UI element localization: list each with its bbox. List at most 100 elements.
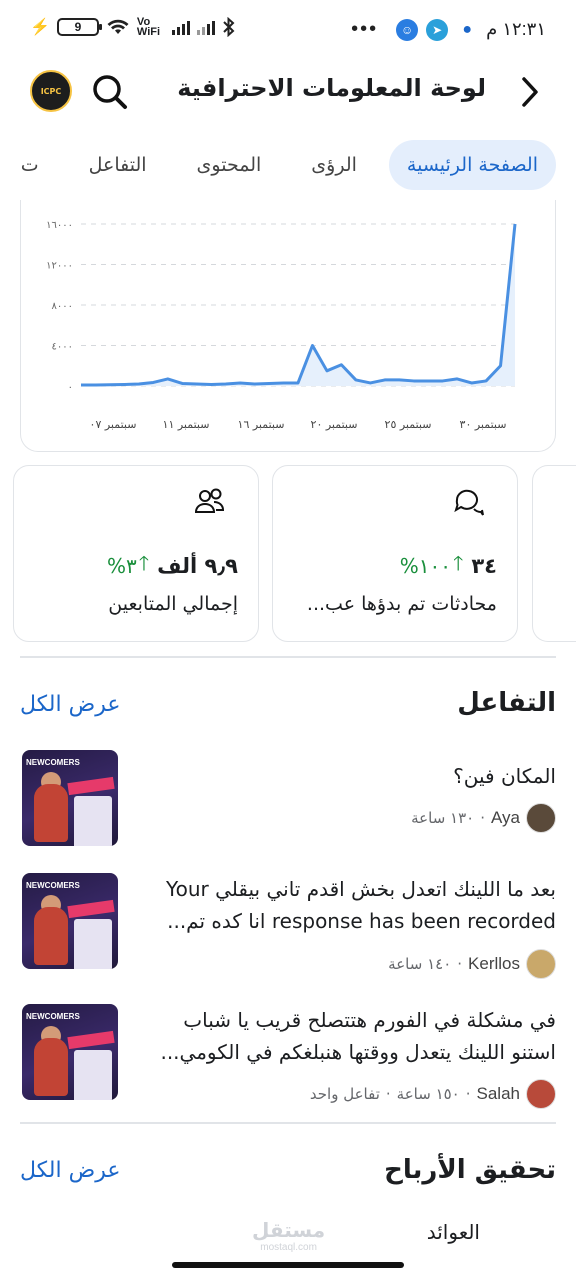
page-title: لوحة المعلومات الاحترافية — [177, 74, 486, 102]
x-tick-label: سبتمبر ٣٠ — [460, 418, 507, 431]
interaction-item[interactable]: في مشكلة في الفورم هتتصلح قريب يا شباب ا… — [20, 1004, 556, 1109]
interaction-title: التفاعل — [457, 688, 556, 718]
y-tick-label: ٨٠٠٠ — [52, 301, 73, 312]
charging-icon: ⚡ — [30, 19, 50, 36]
interaction-item[interactable]: المكان فين؟ Aya · ١٣٠ ساعة NEWCOMERS — [20, 750, 556, 848]
watermark-text: مستقل — [252, 1218, 326, 1242]
stat-value: ٩٫٩ ألف 🡑 ٣% — [107, 549, 238, 583]
stat-change-value: ٣% — [106, 554, 137, 578]
comment-time: ١٤٠ ساعة — [388, 955, 452, 973]
more-notifications-icon: ••• — [351, 18, 379, 40]
stat-card-followers[interactable]: ٩٫٩ ألف 🡑 ٣% إجمالي المتابعين — [13, 465, 259, 642]
thumbnail-person — [34, 784, 68, 842]
thumbnail-text: NEWCOMERS — [26, 1012, 80, 1021]
y-tick-label: ٤٠٠٠ — [52, 342, 73, 353]
thumbnail-stripe — [67, 1030, 115, 1050]
overview-chart: ١٦٠٠٠ ١٢٠٠٠ ٨٠٠٠ ٤٠٠٠ ٠ سبتمبر ٠٧ سبتمبر ١١ سبت… — [46, 220, 517, 431]
reaction-count: تفاعل واحد — [309, 1085, 380, 1103]
commenter-name: Aya — [491, 808, 520, 827]
signal-icon — [171, 19, 190, 35]
search-button[interactable] — [88, 70, 132, 114]
chat-icon — [454, 489, 484, 516]
clock: ١٢:٣١ م — [486, 19, 546, 39]
gesture-bar[interactable] — [172, 1262, 404, 1268]
post-thumbnail[interactable]: NEWCOMERS — [22, 873, 118, 969]
arrow-up-icon: 🡑 — [138, 551, 150, 575]
tab-bar: الصفحة الرئيسية الرؤى المحتوى التفاعل ت — [0, 136, 576, 198]
commenter-avatar — [526, 803, 556, 833]
tab-1[interactable]: الرؤى — [293, 140, 375, 190]
see-all-interaction-link[interactable]: عرض الكل — [20, 692, 120, 717]
stat-card-conversations[interactable]: ٣٤ 🡑 ١٠٠% محادثات تم بدؤها عب... — [272, 465, 518, 642]
monetization-title: تحقيق الأرباح — [384, 1155, 556, 1185]
revenue-row-label[interactable]: العوائد — [427, 1220, 480, 1244]
profile-avatar[interactable]: ICPC — [30, 70, 72, 112]
comment-time: ١٥٠ ساعة — [396, 1085, 460, 1103]
tab-2[interactable]: المحتوى — [179, 140, 280, 190]
thumbnail-label — [74, 796, 112, 846]
meta-separator: · — [465, 1085, 471, 1103]
meta-separator: · — [457, 955, 463, 973]
thumbnail-text: NEWCOMERS — [26, 881, 80, 890]
signal-icon-2 — [196, 19, 215, 35]
volte-icon: Vo WiFi — [136, 16, 161, 38]
watermark-logo: مستقل mostaql.com — [252, 1218, 325, 1253]
post-thumbnail[interactable]: NEWCOMERS — [22, 750, 118, 846]
thumbnail-text: NEWCOMERS — [26, 758, 80, 767]
wifi-icon — [107, 19, 129, 34]
chart-card: ١٦٠٠٠ ١٢٠٠٠ ٨٠٠٠ ٤٠٠٠ ٠ سبتمبر ٠٧ سبتمبر ١١ سبت… — [20, 200, 556, 452]
y-tick-label: ١٢٠٠٠ — [46, 261, 73, 272]
see-all-monetization-link[interactable]: عرض الكل — [20, 1158, 120, 1183]
comment-text: المكان فين؟ — [453, 764, 556, 788]
stat-change: 🡑 ٣% — [107, 549, 149, 583]
accessibility-icon: ☺ — [396, 18, 419, 41]
stat-card-partial[interactable] — [532, 465, 576, 642]
stat-change: 🡑 ١٠٠% — [400, 549, 464, 583]
area-fill — [81, 224, 515, 386]
comment-meta: Aya · ١٣٠ ساعة — [411, 803, 556, 833]
status-right: ••• ☺ ➤ ● ١٢:٣١ م — [351, 18, 546, 41]
interaction-item[interactable]: بعد ما اللينك اتعدل بخش اقدم تاني بيقلي … — [20, 873, 556, 979]
app-header: لوحة المعلومات الاحترافية ICPC — [0, 60, 576, 124]
stat-label: إجمالي المتابعين — [108, 593, 238, 615]
search-icon — [93, 75, 127, 109]
thumbnail-person — [34, 907, 68, 965]
bluetooth-icon — [223, 17, 235, 37]
status-bar: ⚡ 9 Vo WiFi ••• ☺ ➤ ● ١٢:٣١ م — [0, 0, 576, 60]
thumbnail-label — [74, 919, 112, 969]
x-tick-label: سبتمبر ١١ — [163, 418, 210, 431]
tab-4[interactable]: ت — [3, 140, 57, 190]
series-line — [81, 223, 517, 387]
comment-text: في مشكلة في الفورم هتتصلح قريب يا شباب ا… — [160, 1008, 556, 1064]
thumbnail-person — [34, 1038, 68, 1096]
arrow-up-icon: 🡑 — [452, 551, 464, 575]
comment-text: بعد ما اللينك اتعدل بخش اقدم تاني بيقلي … — [166, 877, 556, 933]
post-thumbnail[interactable]: NEWCOMERS — [22, 1004, 118, 1100]
tab-0[interactable]: الصفحة الرئيسية — [388, 140, 556, 190]
commenter-avatar — [526, 949, 556, 979]
stat-value: ٣٤ 🡑 ١٠٠% — [400, 549, 497, 583]
battery-icon: 9 — [56, 18, 102, 36]
telegram-icon: ➤ — [426, 18, 449, 41]
messenger-icon: ● — [456, 18, 479, 41]
back-button[interactable] — [514, 72, 546, 112]
status-left: ⚡ 9 Vo WiFi — [30, 16, 236, 38]
stat-number: ٣٤ — [471, 554, 497, 578]
y-tick-label: ١٦٠٠٠ — [46, 220, 73, 231]
comment-meta: Salah · ١٥٠ ساعة · تفاعل واحد — [310, 1079, 556, 1109]
commenter-name: Kerllos — [468, 954, 520, 973]
stat-change-value: ١٠٠% — [399, 554, 451, 578]
stat-label: محادثات تم بدؤها عب... — [306, 593, 497, 615]
divider — [20, 656, 556, 658]
avatar-text: ICPC — [40, 86, 62, 96]
thumbnail-stripe — [67, 776, 115, 796]
y-tick-label: ٠ — [68, 382, 73, 393]
x-tick-label: سبتمبر ٢٠ — [311, 418, 358, 431]
commenter-name: Salah — [476, 1084, 520, 1103]
divider — [20, 1122, 556, 1124]
tab-3[interactable]: التفاعل — [71, 140, 165, 190]
thumbnail-label — [74, 1050, 112, 1100]
x-tick-label: سبتمبر ٠٧ — [90, 418, 137, 431]
comment-meta: Kerllos · ١٤٠ ساعة — [388, 949, 556, 979]
x-tick-label: سبتمبر ٢٥ — [385, 418, 432, 431]
